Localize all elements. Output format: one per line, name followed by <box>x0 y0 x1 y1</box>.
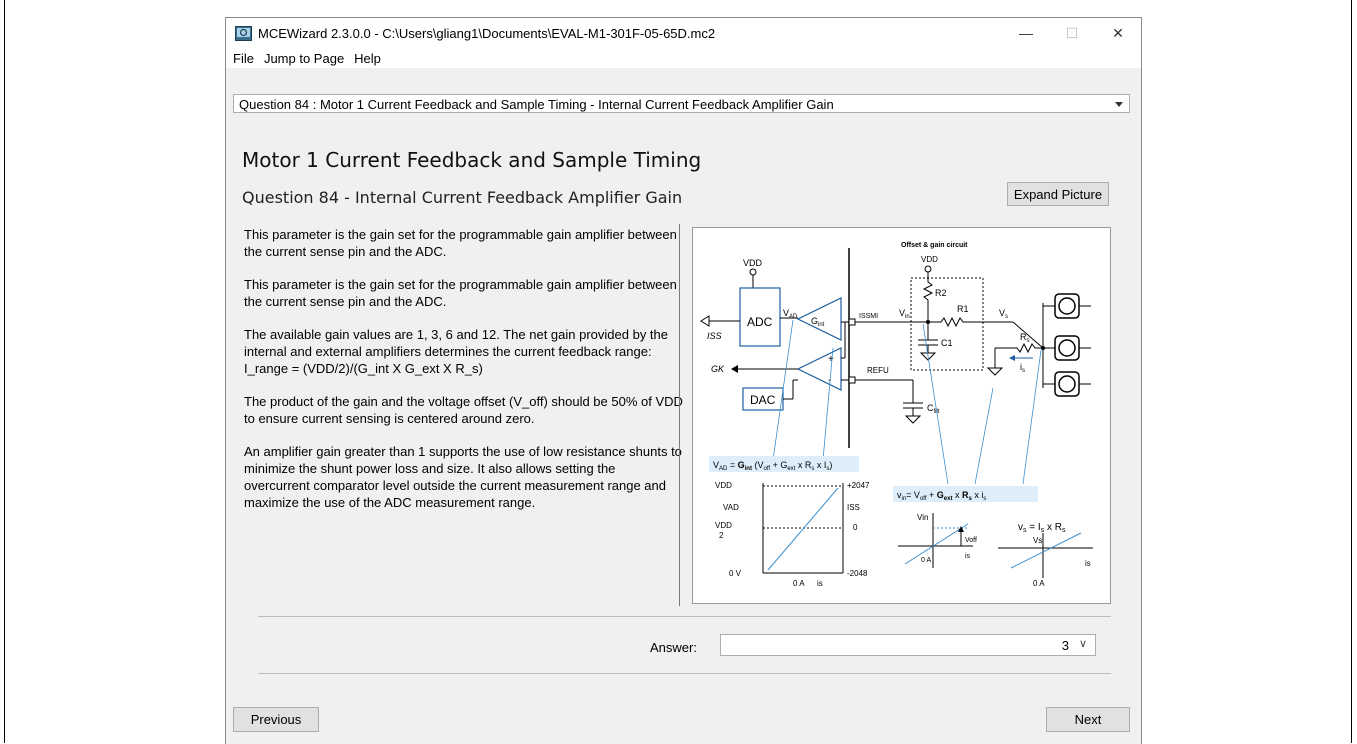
separator <box>258 673 1111 674</box>
app-window: MCEWizard 2.3.0.0 - C:\Users\gliang1\Doc… <box>226 18 1141 744</box>
circuit-diagram-image: VDD ADC ISS VAD Gint ISSMI Vin + - GK RE… <box>692 227 1111 604</box>
menu-file[interactable]: File <box>229 51 260 66</box>
g2-zero-a: 0 A <box>921 557 931 564</box>
vin-sub: in <box>905 314 910 320</box>
minimize-button[interactable]: — <box>1003 18 1049 48</box>
page-title: Motor 1 Current Feedback and Sample Timi… <box>242 148 702 172</box>
question-dropdown[interactable]: Question 84 : Motor 1 Current Feedback a… <box>233 94 1130 113</box>
answer-dropdown[interactable]: 3 ∨ <box>720 634 1096 656</box>
circuit-diagram: VDD ADC ISS VAD Gint ISSMI Vin + - GK RE… <box>700 242 1093 588</box>
svg-text:Rs: Rs <box>1020 332 1030 344</box>
previous-button[interactable]: Previous <box>233 707 319 732</box>
refu-label: REFU <box>867 366 889 375</box>
svg-text:Vin: Vin <box>899 308 910 320</box>
g3-zero-a: 0 A <box>1033 579 1045 588</box>
description-paragraph: This parameter is the gain set for the p… <box>244 277 681 309</box>
gk-label: GK <box>711 364 725 374</box>
g1-vdd2: VDD <box>715 521 732 530</box>
adc-label: ADC <box>747 315 773 329</box>
svg-text:is: is <box>1020 362 1025 374</box>
menu-help[interactable]: Help <box>350 51 387 66</box>
svg-text:+: + <box>828 354 834 365</box>
offset-title: Offset & gain circuit <box>901 242 968 249</box>
g2-is: is <box>965 553 971 560</box>
is-sub: s <box>1022 368 1025 374</box>
r2-label: R2 <box>935 288 947 298</box>
answer-value: 3 <box>1061 638 1069 653</box>
question-title: Question 84 - Internal Current Feedback … <box>242 188 683 207</box>
c1-label: C1 <box>941 338 953 348</box>
g1-vdd: VDD <box>715 481 732 490</box>
g1-zero: 0 <box>853 523 858 532</box>
g3-vs: Vs <box>1033 536 1042 545</box>
window-controls: — ☐ ✕ <box>1003 18 1141 48</box>
g1-vad: VAD <box>723 503 739 512</box>
rs-sub: s <box>1027 338 1030 344</box>
expand-picture-button[interactable]: Expand Picture <box>1007 182 1109 206</box>
maximize-button[interactable]: ☐ <box>1049 18 1095 48</box>
chevron-down-icon: ∨ <box>1078 638 1087 650</box>
g1-is: is <box>817 579 823 588</box>
g1-two: 2 <box>719 531 724 540</box>
g3-is: is <box>1085 559 1091 568</box>
title-bar: MCEWizard 2.3.0.0 - C:\Users\gliang1\Doc… <box>226 18 1141 48</box>
close-button[interactable]: ✕ <box>1095 18 1141 48</box>
gint-label: G <box>811 316 818 326</box>
window-title: MCEWizard 2.3.0.0 - C:\Users\gliang1\Doc… <box>258 25 716 41</box>
description-paragraph: The available gain values are 1, 3, 6 an… <box>244 327 672 376</box>
description-paragraph: An amplifier gain greater than 1 support… <box>244 444 686 510</box>
r1-label: R1 <box>957 304 969 314</box>
gint-sub: int <box>818 322 825 328</box>
issmi-label: ISSMI <box>859 313 878 320</box>
description-paragraph: This parameter is the gain set for the p… <box>244 227 681 259</box>
menu-bar: File Jump to Page Help <box>226 48 1141 68</box>
description-paragraph: The product of the gain and the voltage … <box>244 394 687 426</box>
dac-label: DAC <box>750 393 776 407</box>
iss-label: ISS <box>707 331 722 341</box>
g1-p2047: +2047 <box>847 481 870 490</box>
formula-vs: vs = Is x Rs <box>1018 522 1066 534</box>
description-text: This parameter is the gain set for the p… <box>244 226 684 527</box>
dropdown-arrow-icon <box>1115 102 1123 107</box>
question-dropdown-value: Question 84 : Motor 1 Current Feedback a… <box>239 97 834 112</box>
menu-jump-to-page[interactable]: Jump to Page <box>260 51 350 66</box>
g1-m2048: -2048 <box>847 569 868 578</box>
separator <box>258 616 1111 617</box>
vdd-label: VDD <box>743 258 763 268</box>
g1-zero-v: 0 V <box>729 569 742 578</box>
g2-voff: Voff <box>965 537 977 544</box>
vad-sub: AD <box>789 314 798 320</box>
g2-vin: Vin <box>917 513 928 522</box>
svg-text:Cfilt: Cfilt <box>927 403 940 415</box>
g1-zero-a: 0 A <box>793 579 805 588</box>
answer-label: Answer: <box>650 640 697 655</box>
g1-iss: ISS <box>847 503 860 512</box>
svg-text:Vs: Vs <box>999 308 1008 320</box>
vs-sub: s <box>1005 314 1008 320</box>
app-icon <box>235 25 252 41</box>
offset-vdd-label: VDD <box>921 255 938 264</box>
next-button[interactable]: Next <box>1046 707 1130 732</box>
